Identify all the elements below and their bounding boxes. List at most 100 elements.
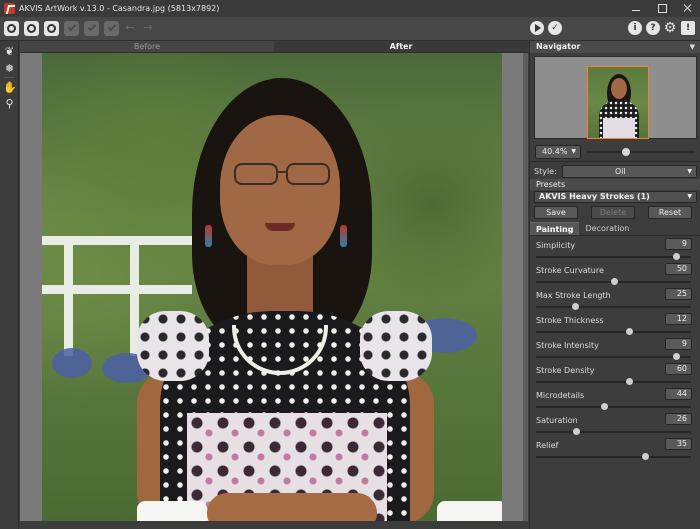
parameter-slider-thumb[interactable] [601,403,609,410]
parameter-value-input[interactable]: 50 [665,263,692,275]
eraser-tool-icon[interactable]: ❅ [3,62,16,75]
help-button[interactable]: ? [646,21,660,35]
parameter-row: Simplicity 9 [530,238,700,265]
reset-preset-button[interactable]: Reset [648,206,692,219]
parameter-value-input[interactable]: 9 [665,338,692,350]
earring-right [340,225,347,247]
parameter-slider-thumb[interactable] [641,453,649,460]
parameter-row: Stroke Curvature 50 [530,263,700,290]
check-icon [67,22,77,32]
app-window: AKVIS ArtWork v.13.0 - Casandra.jpg (581… [0,0,700,529]
style-dropdown[interactable]: Oil ▼ [562,165,697,178]
close-icon[interactable] [682,2,694,14]
delete-preset-button[interactable]: Delete [591,206,635,219]
preset-value: AKVIS Heavy Strokes (1) [539,192,650,201]
parameter-slider[interactable] [536,278,691,285]
girl-hands [207,493,377,521]
tab-decoration[interactable]: Decoration [579,222,635,235]
parameter-slider-thumb[interactable] [573,428,581,435]
info-button[interactable]: i [628,21,642,35]
brush-tool-icon[interactable]: ❦ [3,45,16,58]
parameter-value-input[interactable]: 44 [665,388,692,400]
apply-button[interactable]: ✓ [548,21,562,35]
parameter-label: Max Stroke Length [536,291,611,300]
parameter-slider[interactable] [536,428,691,435]
parameter-slider[interactable] [536,453,691,460]
tool-divider [4,77,15,78]
tab-after[interactable]: After [274,41,528,53]
parameter-slider-thumb[interactable] [672,253,680,260]
parameter-value-input[interactable]: 26 [665,413,692,425]
parameter-slider[interactable] [536,353,691,360]
save-image-button[interactable] [44,21,59,36]
chevron-down-icon: ▼ [687,193,692,200]
undo-icon[interactable]: ← [124,22,136,34]
checkmark-icon: ✓ [551,23,559,33]
parameter-slider[interactable] [536,303,691,310]
glasses-bridge [278,171,286,173]
tab-painting[interactable]: Painting [530,222,580,235]
navigator-viewport-frame[interactable] [587,66,649,139]
parameter-value-input[interactable]: 35 [665,438,692,450]
parameter-value-input[interactable]: 25 [665,288,692,300]
chevron-down-icon: ▼ [571,148,576,155]
image-canvas[interactable] [20,53,528,521]
parameter-label: Microdetails [536,391,585,400]
vertical-scrollbar[interactable] [523,53,528,521]
panel-separator [530,161,700,162]
parameter-slider[interactable] [536,403,691,410]
parameter-slider-thumb[interactable] [626,378,633,385]
parameter-value-input[interactable]: 9 [665,238,692,250]
window-title: AKVIS ArtWork v.13.0 - Casandra.jpg (581… [19,4,220,13]
parameter-slider[interactable] [536,328,691,335]
open-image-icon [7,24,16,33]
redo-icon[interactable]: → [142,22,154,34]
parameter-label: Relief [536,441,559,450]
painted-photo [42,53,502,521]
batch-icon [27,24,36,33]
parameter-slider[interactable] [536,378,691,385]
share-button[interactable] [84,21,99,36]
tools-panel: ❦ ❅ ✋ ⚲ [0,41,19,529]
parameter-tabs: Painting Decoration [530,222,700,235]
zoom-slider-thumb[interactable] [621,148,630,156]
parameter-slider-thumb[interactable] [610,278,618,285]
zoom-controls: 40.4% ▼ [535,145,697,159]
parameter-slider-thumb[interactable] [571,303,579,310]
parameter-slider[interactable] [536,253,691,260]
zoom-dropdown[interactable]: 40.4% ▼ [535,145,581,159]
run-button[interactable] [530,21,544,35]
hand-tool-icon[interactable]: ✋ [3,81,17,94]
open-image-button[interactable] [4,21,19,36]
maximize-icon[interactable] [656,2,668,14]
navigator-preview[interactable] [534,56,697,139]
settings-panel: Navigator ▼ 40.4% ▼ Style: Oil ▼ Presets… [529,41,700,529]
before-after-tabs: Before After [20,41,528,53]
parameter-slider-thumb[interactable] [626,328,633,335]
parameter-row: Relief 35 [530,438,700,465]
tab-before[interactable]: Before [20,41,274,53]
navigator-header[interactable]: Navigator ▼ [530,41,700,53]
gear-icon: ⚙ [663,20,677,36]
preset-dropdown[interactable]: AKVIS Heavy Strokes (1) ▼ [534,191,697,203]
minimize-icon[interactable] [630,2,642,14]
parameter-slider-thumb[interactable] [672,353,680,360]
zoom-slider[interactable] [587,148,695,156]
parameter-value-input[interactable]: 60 [665,363,692,375]
zoom-tool-icon[interactable]: ⚲ [3,97,16,110]
publish-button[interactable] [64,21,79,36]
horizontal-scrollbar[interactable] [20,521,528,529]
collapse-icon[interactable]: ▼ [690,41,695,53]
help-icon: ? [650,23,656,33]
news-button[interactable]: ! [681,21,695,35]
style-row: Style: Oil ▼ [534,165,697,178]
parameter-row: Microdetails 44 [530,388,700,415]
batch-processing-button[interactable] [24,21,39,36]
save-preset-button[interactable]: Save [534,206,578,219]
settings-button[interactable]: ⚙ [663,21,677,35]
parameter-value-input[interactable]: 12 [665,313,692,325]
dress-sleeve-left [137,311,209,381]
print-button[interactable] [104,21,119,36]
parameter-row: Saturation 26 [530,413,700,440]
style-label: Style: [534,167,557,176]
